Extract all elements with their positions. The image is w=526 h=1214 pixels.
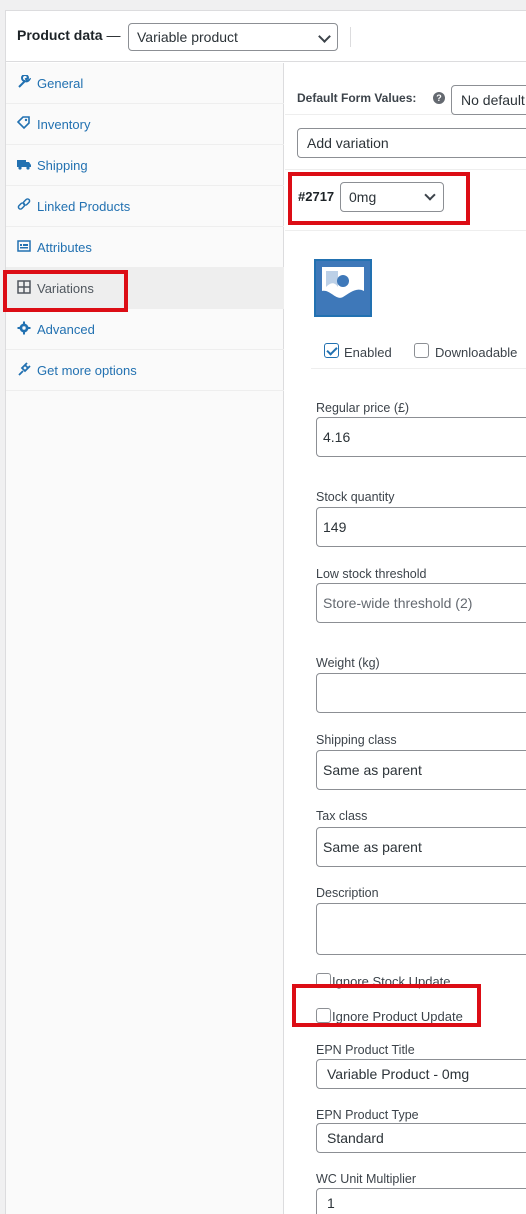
tab-label: Advanced xyxy=(37,322,95,337)
stock-quantity-input[interactable]: 149 xyxy=(316,507,526,547)
list-icon xyxy=(17,239,31,253)
shipping-class-value: Same as parent xyxy=(323,762,422,778)
weight-label: Weight (kg) xyxy=(316,656,380,670)
stock-quantity-label: Stock quantity xyxy=(316,490,395,504)
tax-class-label: Tax class xyxy=(316,809,368,823)
default-form-values-label: Default Form Values: xyxy=(297,91,417,105)
variation-id: #2717 xyxy=(298,189,335,204)
description-label: Description xyxy=(316,886,379,900)
variation-attribute-select[interactable]: 0mg xyxy=(340,182,444,212)
product-data-tabs: General Inventory Shipping Linked Produc… xyxy=(6,63,284,1214)
plugin-icon xyxy=(17,362,31,376)
epn-product-type-label: EPN Product Type xyxy=(316,1108,419,1122)
tag-icon xyxy=(16,116,31,130)
image-icon xyxy=(322,267,364,309)
tab-label: Inventory xyxy=(37,117,91,132)
grid-icon xyxy=(17,280,31,294)
gear-icon xyxy=(17,321,31,335)
tab-shipping[interactable]: Shipping xyxy=(6,145,284,186)
tax-class-select[interactable]: Same as parent xyxy=(316,827,526,867)
tab-label: Get more options xyxy=(37,363,137,378)
epn-product-title-label: EPN Product Title xyxy=(316,1043,415,1057)
header-divider xyxy=(350,27,351,47)
tax-class-value: Same as parent xyxy=(323,839,422,855)
product-data-title-text: Product data xyxy=(17,27,103,43)
regular-price-label: Regular price (£) xyxy=(316,401,410,415)
tab-label: Shipping xyxy=(37,158,88,173)
regular-price-value: 4.16 xyxy=(323,429,351,445)
truck-icon xyxy=(17,157,31,171)
product-type-select[interactable]: Variable product xyxy=(128,23,338,51)
product-data-panel: Product data — Variable product General … xyxy=(5,10,526,1214)
tab-label: General xyxy=(37,76,84,91)
variations-panel: Default Form Values: ? No default Add va… xyxy=(285,63,526,1214)
tab-label: Attributes xyxy=(37,240,92,255)
variation-header[interactable]: #2717 0mg xyxy=(285,171,526,231)
product-data-header: Product data — Variable product xyxy=(6,11,526,62)
stock-quantity-value: 149 xyxy=(323,519,347,535)
chevron-down-icon xyxy=(424,189,436,201)
tab-advanced[interactable]: Advanced xyxy=(6,309,284,350)
add-variation-row: Add variation xyxy=(285,115,526,170)
chevron-down-icon xyxy=(318,30,331,43)
weight-input[interactable] xyxy=(316,673,526,713)
variation-options-row: Enabled Downloadable xyxy=(311,335,526,369)
wc-unit-multiplier-input[interactable]: 1 xyxy=(316,1188,526,1214)
ignore-stock-update-label: Ignore Stock Update xyxy=(332,974,451,989)
tab-label: Variations xyxy=(37,281,94,296)
tab-get-more-options[interactable]: Get more options xyxy=(6,350,284,391)
link-icon xyxy=(17,198,31,212)
default-form-value: No default xyxy=(461,92,525,108)
default-form-values-select[interactable]: No default xyxy=(451,85,526,115)
low-stock-threshold-label: Low stock threshold xyxy=(316,567,427,581)
ignore-product-update-checkbox[interactable] xyxy=(316,1008,331,1023)
epn-product-title-input[interactable]: Variable Product - 0mg xyxy=(316,1059,526,1089)
low-stock-threshold-input[interactable]: Store-wide threshold (2) xyxy=(316,583,526,623)
description-textarea[interactable] xyxy=(316,903,526,955)
downloadable-checkbox[interactable] xyxy=(414,343,429,358)
epn-product-title-value: Variable Product - 0mg xyxy=(327,1066,470,1082)
add-variation-select[interactable]: Add variation xyxy=(297,128,526,158)
product-data-title: Product data — xyxy=(17,27,120,43)
ignore-stock-update-checkbox[interactable] xyxy=(316,973,331,988)
title-separator: — xyxy=(106,27,121,43)
variation-image-placeholder[interactable] xyxy=(314,259,372,317)
epn-product-type-select[interactable]: Standard xyxy=(316,1123,526,1153)
wc-unit-multiplier-label: WC Unit Multiplier xyxy=(316,1172,417,1186)
add-variation-value: Add variation xyxy=(307,135,389,151)
downloadable-label: Downloadable xyxy=(435,345,518,360)
ignore-product-update-label: Ignore Product Update xyxy=(332,1009,463,1024)
enabled-label: Enabled xyxy=(344,345,392,360)
help-icon[interactable]: ? xyxy=(433,92,445,104)
tab-attributes[interactable]: Attributes xyxy=(6,227,284,268)
shipping-class-label: Shipping class xyxy=(316,733,397,747)
tab-inventory[interactable]: Inventory xyxy=(6,104,284,145)
enabled-checkbox[interactable] xyxy=(324,343,339,358)
wc-unit-multiplier-value: 1 xyxy=(327,1195,335,1211)
regular-price-input[interactable]: 4.16 xyxy=(316,417,526,457)
variation-attribute-value: 0mg xyxy=(349,189,377,205)
shipping-class-select[interactable]: Same as parent xyxy=(316,750,526,790)
wrench-icon xyxy=(17,74,32,89)
tab-label: Linked Products xyxy=(37,199,131,214)
tab-general[interactable]: General xyxy=(6,63,284,104)
tab-variations[interactable]: Variations xyxy=(6,268,284,309)
default-form-values-row: Default Form Values: ? No default xyxy=(285,63,526,115)
product-type-value: Variable product xyxy=(137,29,238,45)
epn-product-type-value: Standard xyxy=(327,1130,384,1146)
low-stock-threshold-placeholder: Store-wide threshold (2) xyxy=(323,595,473,611)
tab-linked-products[interactable]: Linked Products xyxy=(6,186,284,227)
